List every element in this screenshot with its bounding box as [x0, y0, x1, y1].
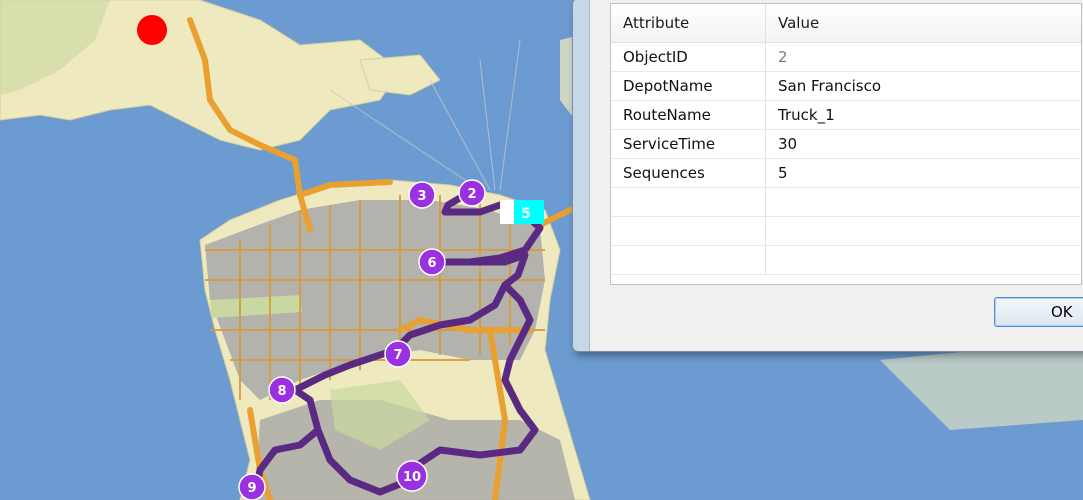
- stop-8[interactable]: 8: [268, 376, 296, 404]
- value-cell: 5: [778, 164, 788, 182]
- stop-2[interactable]: 2: [458, 179, 486, 207]
- table-header: Attribute Value: [611, 4, 1081, 43]
- empty-row: [611, 217, 1081, 246]
- stop-7[interactable]: 7: [384, 340, 412, 368]
- stop-10[interactable]: 10: [396, 460, 428, 492]
- value-cell: 2: [778, 48, 788, 66]
- depot-5[interactable]: 5: [500, 200, 544, 224]
- table-row[interactable]: DepotName San Francisco: [611, 72, 1081, 101]
- depot-5-label: 5: [521, 206, 531, 222]
- stop-3[interactable]: 3: [408, 181, 436, 209]
- stop-9-label: 9: [247, 481, 256, 496]
- table-row[interactable]: Sequences 5: [611, 159, 1081, 188]
- stop-10-label: 10: [403, 470, 421, 485]
- attribute-cell: Sequences: [611, 159, 766, 187]
- stop-3-label: 3: [417, 189, 426, 204]
- value-cell: San Francisco: [778, 77, 882, 95]
- attribute-cell: DepotName: [611, 72, 766, 100]
- ok-button[interactable]: OK: [994, 297, 1083, 327]
- table-row[interactable]: ServiceTime 30: [611, 130, 1081, 159]
- stop-9[interactable]: 9: [238, 473, 266, 500]
- empty-row: [611, 188, 1081, 217]
- origin-marker[interactable]: [137, 15, 167, 45]
- attributes-dialog: Attribute Value ObjectID 2 DepotName San…: [572, 0, 1083, 352]
- value-cell: 30: [778, 135, 798, 153]
- attribute-cell: ServiceTime: [611, 130, 766, 158]
- value-cell: Truck_1: [778, 106, 835, 124]
- stop-7-label: 7: [393, 348, 402, 363]
- attribute-cell: RouteName: [611, 101, 766, 129]
- table-row[interactable]: ObjectID 2: [611, 43, 1081, 72]
- stop-6[interactable]: 6: [418, 248, 446, 276]
- attribute-table[interactable]: Attribute Value ObjectID 2 DepotName San…: [610, 3, 1082, 285]
- dialog-body: Attribute Value ObjectID 2 DepotName San…: [589, 0, 1083, 351]
- stop-6-label: 6: [427, 256, 436, 271]
- empty-row: [611, 246, 1081, 275]
- attribute-cell: ObjectID: [611, 43, 766, 71]
- table-row[interactable]: RouteName Truck_1: [611, 101, 1081, 130]
- value-column-header[interactable]: Value: [766, 4, 1081, 42]
- stop-2-label: 2: [467, 187, 476, 202]
- stop-8-label: 8: [277, 384, 286, 399]
- attribute-column-header[interactable]: Attribute: [611, 4, 766, 42]
